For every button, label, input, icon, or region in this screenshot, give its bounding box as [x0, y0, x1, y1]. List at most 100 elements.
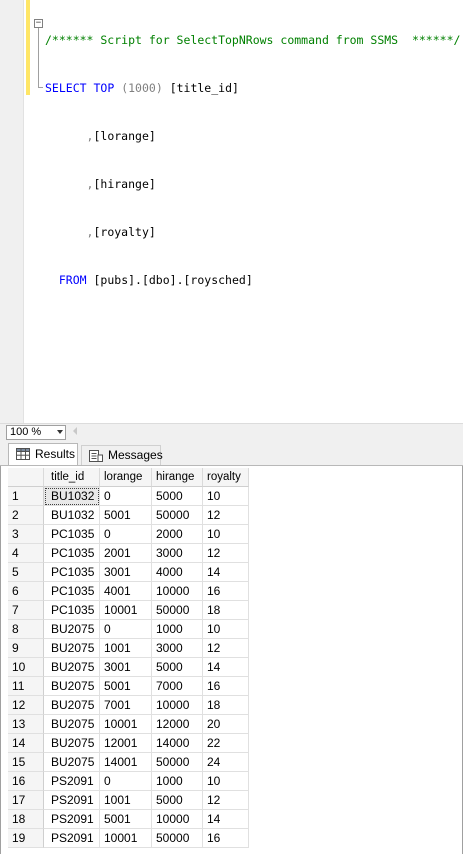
cell-hirange[interactable]: 50000 [152, 829, 203, 848]
cell-lorange[interactable]: 5001 [100, 677, 152, 696]
table-row[interactable]: 16 PS2091 0 1000 10 [8, 772, 249, 791]
cell-royalty[interactable]: 16 [203, 582, 249, 601]
cell-hirange[interactable]: 5000 [152, 487, 203, 506]
cell-title-id[interactable]: BU1032 [44, 487, 100, 506]
row-number[interactable]: 19 [8, 829, 44, 848]
row-number[interactable]: 1 [8, 487, 44, 506]
row-number[interactable]: 14 [8, 734, 44, 753]
table-row[interactable]: 7 PC1035 10001 50000 18 [8, 601, 249, 620]
cell-title-id[interactable]: PC1035 [44, 563, 100, 582]
row-number[interactable]: 2 [8, 506, 44, 525]
query-editor[interactable]: − /****** Script for SelectTopNRows comm… [0, 0, 463, 423]
horizontal-scrollbar[interactable] [82, 426, 463, 438]
cell-hirange[interactable]: 50000 [152, 506, 203, 525]
cell-lorange[interactable]: 0 [100, 620, 152, 639]
cell-lorange[interactable]: 3001 [100, 658, 152, 677]
cell-lorange[interactable]: 0 [100, 525, 152, 544]
table-row[interactable]: 15 BU2075 14001 50000 24 [8, 753, 249, 772]
cell-royalty[interactable]: 12 [203, 506, 249, 525]
cell-hirange[interactable]: 5000 [152, 658, 203, 677]
cell-royalty[interactable]: 16 [203, 677, 249, 696]
cell-hirange[interactable]: 10000 [152, 582, 203, 601]
cell-royalty[interactable]: 12 [203, 639, 249, 658]
cell-title-id[interactable]: PC1035 [44, 544, 100, 563]
row-number[interactable]: 4 [8, 544, 44, 563]
cell-royalty[interactable]: 18 [203, 696, 249, 715]
cell-lorange[interactable]: 2001 [100, 544, 152, 563]
cell-title-id[interactable]: PS2091 [44, 791, 100, 810]
cell-hirange[interactable]: 50000 [152, 601, 203, 620]
collapse-toggle-icon[interactable]: − [34, 19, 43, 28]
cell-royalty[interactable]: 18 [203, 601, 249, 620]
cell-hirange[interactable]: 1000 [152, 620, 203, 639]
cell-lorange[interactable]: 0 [100, 487, 152, 506]
cell-title-id[interactable]: BU2075 [44, 658, 100, 677]
cell-hirange[interactable]: 7000 [152, 677, 203, 696]
row-number[interactable]: 7 [8, 601, 44, 620]
row-number[interactable]: 9 [8, 639, 44, 658]
cell-royalty[interactable]: 24 [203, 753, 249, 772]
row-number[interactable]: 6 [8, 582, 44, 601]
table-row[interactable]: 11 BU2075 5001 7000 16 [8, 677, 249, 696]
cell-royalty[interactable]: 14 [203, 658, 249, 677]
cell-title-id[interactable]: BU2075 [44, 696, 100, 715]
cell-royalty[interactable]: 10 [203, 487, 249, 506]
results-grid[interactable]: title_id lorange hirange royalty 1 BU1032… [8, 468, 249, 848]
cell-title-id[interactable]: PC1035 [44, 525, 100, 544]
cell-title-id[interactable]: PC1035 [44, 601, 100, 620]
cell-hirange[interactable]: 12000 [152, 715, 203, 734]
cell-lorange[interactable]: 1001 [100, 639, 152, 658]
cell-royalty[interactable]: 10 [203, 620, 249, 639]
cell-hirange[interactable]: 5000 [152, 791, 203, 810]
row-number[interactable]: 13 [8, 715, 44, 734]
table-row[interactable]: 10 BU2075 3001 5000 14 [8, 658, 249, 677]
table-row[interactable]: 18 PS2091 5001 10000 14 [8, 810, 249, 829]
dropdown-arrow-icon[interactable] [57, 430, 63, 434]
table-row[interactable]: 3 PC1035 0 2000 10 [8, 525, 249, 544]
row-number[interactable]: 3 [8, 525, 44, 544]
cell-title-id[interactable]: PS2091 [44, 829, 100, 848]
cell-title-id[interactable]: BU1032 [44, 506, 100, 525]
table-row[interactable]: 19 PS2091 10001 50000 16 [8, 829, 249, 848]
cell-lorange[interactable]: 14001 [100, 753, 152, 772]
row-number[interactable]: 10 [8, 658, 44, 677]
column-header-hirange[interactable]: hirange [152, 468, 203, 487]
cell-hirange[interactable]: 2000 [152, 525, 203, 544]
table-row[interactable]: 2 BU1032 5001 50000 12 [8, 506, 249, 525]
cell-lorange[interactable]: 10001 [100, 715, 152, 734]
cell-title-id[interactable]: PC1035 [44, 582, 100, 601]
row-number[interactable]: 8 [8, 620, 44, 639]
cell-lorange[interactable]: 4001 [100, 582, 152, 601]
column-header-royalty[interactable]: royalty [203, 468, 249, 487]
cell-hirange[interactable]: 14000 [152, 734, 203, 753]
cell-royalty[interactable]: 22 [203, 734, 249, 753]
zoom-dropdown[interactable]: 100 % [6, 425, 66, 440]
cell-lorange[interactable]: 5001 [100, 506, 152, 525]
cell-royalty[interactable]: 12 [203, 544, 249, 563]
table-row[interactable]: 6 PC1035 4001 10000 16 [8, 582, 249, 601]
tab-results[interactable]: Results [8, 443, 78, 466]
sql-code[interactable]: /****** Script for SelectTopNRows comman… [45, 0, 460, 320]
cell-royalty[interactable]: 14 [203, 810, 249, 829]
row-number[interactable]: 17 [8, 791, 44, 810]
cell-lorange[interactable]: 7001 [100, 696, 152, 715]
table-row[interactable]: 4 PC1035 2001 3000 12 [8, 544, 249, 563]
cell-title-id[interactable]: BU2075 [44, 677, 100, 696]
cell-royalty[interactable]: 16 [203, 829, 249, 848]
row-number[interactable]: 12 [8, 696, 44, 715]
table-row[interactable]: 14 BU2075 12001 14000 22 [8, 734, 249, 753]
cell-title-id[interactable]: BU2075 [44, 620, 100, 639]
cell-lorange[interactable]: 12001 [100, 734, 152, 753]
cell-lorange[interactable]: 10001 [100, 829, 152, 848]
cell-title-id[interactable]: BU2075 [44, 753, 100, 772]
column-header-lorange[interactable]: lorange [100, 468, 152, 487]
cell-hirange[interactable]: 10000 [152, 810, 203, 829]
table-row[interactable]: 13 BU2075 10001 12000 20 [8, 715, 249, 734]
cell-lorange[interactable]: 5001 [100, 810, 152, 829]
cell-hirange[interactable]: 4000 [152, 563, 203, 582]
table-row[interactable]: 5 PC1035 3001 4000 14 [8, 563, 249, 582]
row-number[interactable]: 11 [8, 677, 44, 696]
table-row[interactable]: 12 BU2075 7001 10000 18 [8, 696, 249, 715]
cell-hirange[interactable]: 1000 [152, 772, 203, 791]
cell-royalty[interactable]: 10 [203, 772, 249, 791]
